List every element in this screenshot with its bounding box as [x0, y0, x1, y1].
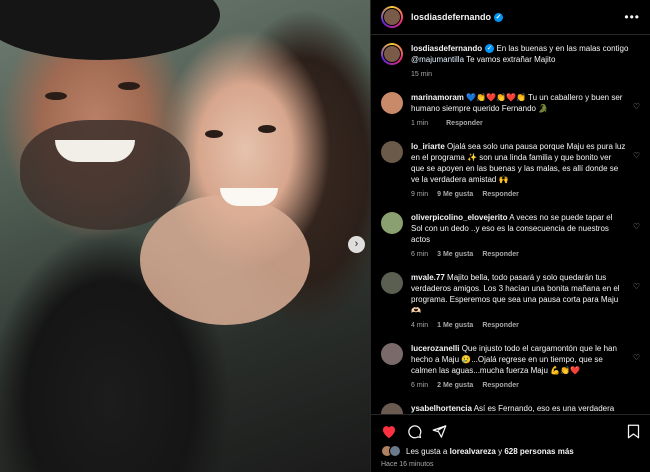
comment-likes[interactable]: 1 Me gusta	[437, 320, 473, 331]
likes-user[interactable]: lorealvareza	[450, 447, 496, 456]
post-side-panel: losdiasdefernando ✓ ••• losdiasdefernando…	[370, 0, 650, 472]
bookmark-icon[interactable]	[627, 424, 640, 439]
photo-eye	[45, 92, 67, 100]
comment-likes[interactable]: 2 Me gusta	[437, 380, 473, 391]
comment-item: lo_iriarte Ojalá sea solo una pausa porq…	[381, 141, 640, 200]
comment-username[interactable]: lo_iriarte	[411, 142, 445, 151]
comment-username[interactable]: ysabelhortencia	[411, 404, 472, 413]
comment-username[interactable]: lucerozanelli	[411, 344, 459, 353]
heart-icon[interactable]: ♡	[626, 212, 640, 260]
caption-tail: Te vamos extrañar Majito	[466, 55, 556, 64]
heart-icon[interactable]: ♡	[626, 403, 640, 414]
post-header: losdiasdefernando ✓ •••	[371, 0, 650, 35]
comment-time: 6 min	[411, 251, 429, 258]
avatar[interactable]	[381, 343, 403, 365]
more-options-icon[interactable]: •••	[624, 10, 640, 24]
heart-icon[interactable]	[381, 424, 397, 439]
caption-username[interactable]: losdiasdefernando	[411, 44, 482, 53]
comment-username[interactable]: oliverpicolino_elovejerito	[411, 213, 507, 222]
heart-icon[interactable]: ♡	[626, 141, 640, 200]
reply-button[interactable]: Responder	[482, 380, 519, 391]
caption: losdiasdefernando ✓ En las buenas y en la…	[381, 43, 640, 80]
share-icon[interactable]	[432, 424, 447, 439]
heart-icon[interactable]: ♡	[626, 92, 640, 129]
caption-time: 15 min	[411, 71, 433, 78]
caption-mention[interactable]: @majumantilla	[411, 55, 464, 64]
avatar[interactable]	[381, 92, 403, 114]
verified-icon: ✓	[494, 13, 504, 23]
photo-eye	[118, 82, 140, 90]
comment-username[interactable]: marinamoram	[411, 93, 464, 102]
photo-hair-shape	[0, 0, 220, 60]
avatar[interactable]	[381, 272, 403, 294]
comment-username[interactable]: mvale.77	[411, 273, 445, 282]
comment-likes[interactable]: 3 Me gusta	[437, 249, 473, 260]
photo-arm-shape	[140, 195, 310, 325]
comment-likes[interactable]: 9 Me gusta	[437, 189, 473, 200]
comment-item: mvale.77 Majito bella, todo pasará y sol…	[381, 272, 640, 331]
comment-item: ysabelhortencia Así es Fernando, eso es …	[381, 403, 640, 414]
reply-button[interactable]: Responder	[482, 320, 519, 331]
reply-button[interactable]: Responder	[482, 189, 519, 200]
photo-smile-man	[55, 140, 135, 162]
reply-button[interactable]: Responder	[482, 249, 519, 260]
likes-summary: Les gusta a lorealvareza y 628 personas …	[381, 445, 640, 457]
comment-time: 4 min	[411, 322, 429, 329]
avatar[interactable]	[381, 141, 403, 163]
heart-icon[interactable]: ♡	[626, 272, 640, 331]
likes-prefix: Les gusta a	[406, 446, 448, 456]
caption-text: En las buenas y en las malas contigo	[496, 44, 629, 53]
comment-icon[interactable]	[407, 424, 422, 439]
comment-time: 1 min	[411, 120, 429, 127]
avatar	[389, 445, 401, 457]
photo-eye	[258, 125, 276, 133]
comment-time: 6 min	[411, 382, 429, 389]
verified-icon: ✓	[485, 44, 495, 54]
chevron-right-icon[interactable]: ›	[348, 236, 365, 253]
likes-count[interactable]: 628 personas más	[504, 447, 573, 456]
avatar[interactable]	[381, 403, 403, 414]
post-photo[interactable]: ›	[0, 0, 370, 472]
comment-item: marinamoram 💙👏❤️👏❤️👏 Tu un caballero y b…	[381, 92, 640, 129]
likes-and: y	[498, 446, 503, 456]
avatar[interactable]	[381, 43, 403, 65]
reply-button[interactable]: Responder	[446, 118, 483, 129]
post-actions: Les gusta a lorealvareza y 628 personas …	[371, 414, 650, 472]
post-time: Hace 16 minutos	[381, 461, 434, 468]
avatar[interactable]	[381, 212, 403, 234]
photo-smile-woman	[220, 188, 278, 206]
comment-time: 9 min	[411, 191, 429, 198]
comment-item: lucerozanelli Que injusto todo el cargam…	[381, 343, 640, 391]
comments-list: losdiasdefernando ✓ En las buenas y en la…	[371, 35, 650, 414]
comment-item: oliverpicolino_elovejerito A veces no se…	[381, 212, 640, 260]
photo-eye	[205, 130, 223, 138]
heart-icon[interactable]: ♡	[626, 343, 640, 391]
post-username[interactable]: losdiasdefernando ✓	[411, 12, 504, 23]
avatar[interactable]	[381, 6, 403, 28]
